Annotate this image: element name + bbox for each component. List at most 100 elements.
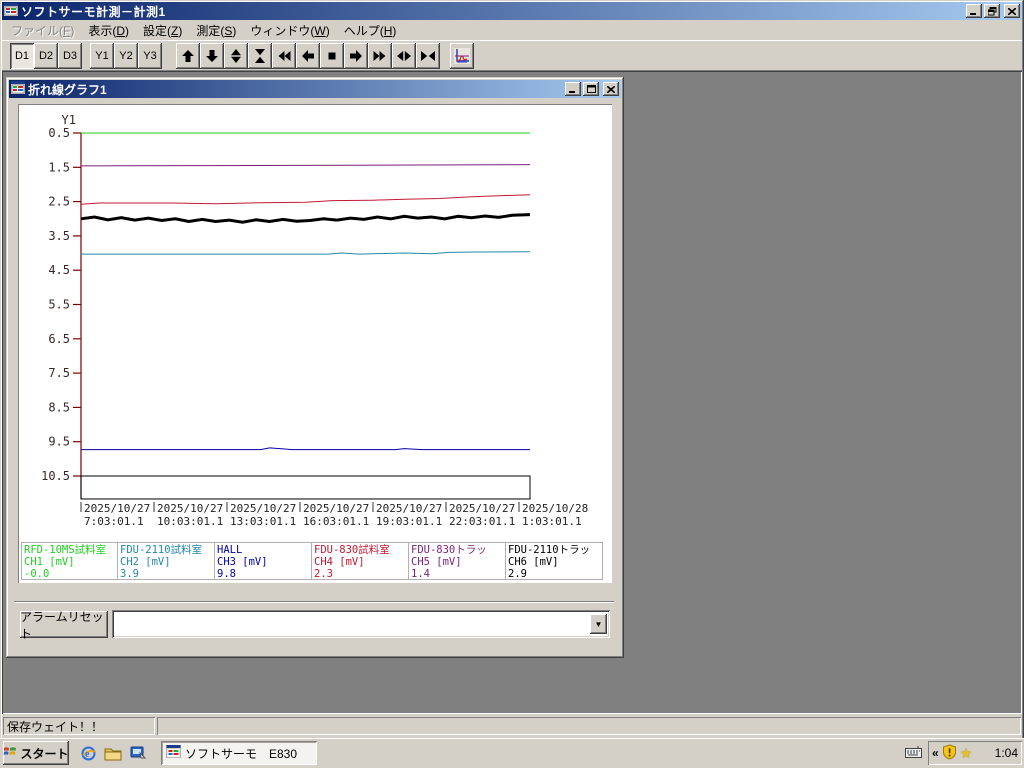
star-tray-icon[interactable]: ★: [960, 745, 973, 762]
legend-device-name: FDU-830トラッ: [411, 544, 503, 556]
legend-channel-value: 2.9: [508, 568, 600, 580]
toolbar-button-d2[interactable]: D2: [34, 43, 58, 69]
x-tick-date: 2025/10/27: [303, 502, 369, 515]
toolbar-y-group: Y1Y2Y3: [90, 43, 162, 69]
close-icon[interactable]: [1004, 4, 1020, 18]
scroll-down-icon: [204, 48, 220, 64]
toolbar-graph-group: [450, 43, 474, 69]
toolbar-button-expand-horizontal[interactable]: [392, 43, 416, 69]
y-tick-label: 0.5: [48, 126, 70, 140]
toolbar-button-stop[interactable]: [320, 43, 344, 69]
x-tick-date: 2025/10/27: [157, 502, 223, 515]
menu-item-file[interactable]: ファイル(F): [4, 20, 81, 41]
legend-device-name: FDU-2110トラッ: [508, 544, 600, 556]
mdi-area: 折れ線グラフ1 Y10.51.52.53.54.55.56.57.58.59.5…: [2, 71, 1022, 714]
menu-item-measure[interactable]: 測定(S): [189, 20, 243, 41]
scroll-up-icon: [180, 48, 196, 64]
legend-channel-value: -0.0: [24, 568, 115, 580]
start-button[interactable]: スタート: [3, 741, 69, 765]
toolbar-button-step-right[interactable]: [344, 43, 368, 69]
windows-logo-icon: [3, 745, 17, 761]
x-tick-time: 19:03:01.1: [376, 515, 442, 528]
toolbar-button-y2[interactable]: Y2: [114, 43, 138, 69]
child-maximize-icon[interactable]: [583, 82, 599, 96]
toolbar-button-scroll-down[interactable]: [200, 43, 224, 69]
taskbar-clock[interactable]: 1:04: [995, 746, 1018, 760]
legend-channel-label: CH5 [mV]: [411, 556, 503, 568]
toolbar-button-y3[interactable]: Y3: [138, 43, 162, 69]
graph-settings-button[interactable]: [450, 43, 474, 69]
y-tick-label: 6.5: [48, 332, 70, 346]
legend-channel-cell: RFD-10MS試料室 CH1 [mV] -0.0: [21, 542, 118, 580]
status-secondary: [157, 717, 1021, 735]
x-tick-time: 1:03:01.1: [522, 515, 582, 528]
chart-legend: RFD-10MS試料室 CH1 [mV] -0.0 FDU-2110試料室 CH…: [21, 542, 603, 580]
toolbar-button-d3[interactable]: D3: [58, 43, 82, 69]
security-shield-icon[interactable]: [942, 744, 957, 763]
x-tick-time: 16:03:01.1: [303, 515, 369, 528]
legend-channel-value: 1.4: [411, 568, 503, 580]
child-minimize-icon[interactable]: [565, 82, 581, 96]
internet-explorer-icon[interactable]: e: [79, 744, 97, 762]
x-tick-time: 10:03:01.1: [157, 515, 223, 528]
graph-window: 折れ線グラフ1 Y10.51.52.53.54.55.56.57.58.59.5…: [6, 77, 624, 658]
toolbar-button-d1[interactable]: D1: [10, 43, 34, 69]
legend-channel-cell: HALL CH3 [mV] 9.8: [215, 542, 312, 580]
line-chart[interactable]: Y10.51.52.53.54.55.56.57.58.59.510.52025…: [20, 106, 610, 540]
menubar: ファイル(F)表示(D)設定(Z)測定(S)ウィンドウ(W)ヘルプ(H): [2, 21, 1022, 40]
restore-icon[interactable]: [984, 4, 1000, 18]
alarm-combobox[interactable]: ▼: [112, 610, 610, 638]
y-tick-label: 1.5: [48, 160, 70, 174]
toolbar-button-compress-horizontal[interactable]: [416, 43, 440, 69]
legend-channel-value: 2.3: [314, 568, 406, 580]
taskbar-task-button[interactable]: ソフトサーモ E830: [161, 741, 317, 765]
menu-item-view[interactable]: 表示(D): [81, 20, 136, 41]
folder-icon[interactable]: [104, 744, 122, 762]
toolbar-button-fast-forward[interactable]: [368, 43, 392, 69]
toolbar-button-fast-rewind[interactable]: [272, 43, 296, 69]
keyboard-layout-icon[interactable]: [905, 746, 922, 761]
main-titlebar[interactable]: ソフトサーモ計測－計測1: [2, 2, 1022, 20]
toolbar-nav-group: [176, 43, 440, 69]
step-left-icon: [300, 48, 316, 64]
toolbar-button-step-left[interactable]: [296, 43, 320, 69]
series-ch6: [81, 215, 530, 223]
tray-expand-icon[interactable]: «: [932, 746, 939, 760]
task-icon: [166, 745, 181, 761]
alarm-reset-button[interactable]: アラームリセット: [20, 611, 108, 638]
x-tick-date: 2025/10/27: [449, 502, 515, 515]
graph-window-titlebar[interactable]: 折れ線グラフ1: [9, 80, 621, 98]
toolbar-button-y1[interactable]: Y1: [90, 43, 114, 69]
menu-item-setting[interactable]: 設定(Z): [136, 20, 189, 41]
child-close-icon[interactable]: [603, 82, 619, 96]
y-tick-label: 7.5: [48, 366, 70, 380]
fast-forward-icon: [372, 48, 388, 64]
legend-channel-label: CH6 [mV]: [508, 556, 600, 568]
menu-item-windowm[interactable]: ウィンドウ(W): [243, 20, 336, 41]
desktop: ソフトサーモ計測－計測1 ファイル(F)表示(D)設定(Z)測定(S)ウィンドウ…: [0, 0, 1024, 768]
main-window: ソフトサーモ計測－計測1 ファイル(F)表示(D)設定(Z)測定(S)ウィンドウ…: [0, 0, 1024, 768]
expand-horizontal-icon: [396, 48, 412, 64]
chevron-down-icon[interactable]: ▼: [590, 614, 607, 634]
legend-channel-cell: FDU-2110試料室 CH2 [mV] 3.9: [118, 542, 215, 580]
taskbar: スタート e ソフトサーモ E830 «: [0, 738, 1024, 768]
legend-channel-label: CH1 [mV]: [24, 556, 115, 568]
graph-icon: [454, 48, 470, 64]
menu-item-help[interactable]: ヘルプ(H): [337, 20, 404, 41]
toolbar: D1D2D3 Y1Y2Y3: [2, 40, 1022, 71]
toolbar-button-scroll-up[interactable]: [176, 43, 200, 69]
legend-channel-label: CH4 [mV]: [314, 556, 406, 568]
status-message: 保存ウェイト！！: [3, 717, 155, 735]
toolbar-button-compress-vertical[interactable]: [248, 43, 272, 69]
system-tray: « ★ 1:04: [928, 741, 1022, 765]
minimize-icon[interactable]: [966, 4, 982, 18]
legend-channel-cell: FDU-830試料室 CH4 [mV] 2.3: [312, 542, 409, 580]
toolbar-button-expand-vertical[interactable]: [224, 43, 248, 69]
task-label: ソフトサーモ E830: [185, 745, 297, 762]
show-desktop-icon[interactable]: [129, 744, 147, 762]
stop-icon: [324, 48, 340, 64]
quick-launch: e: [79, 744, 147, 762]
x-tick-date: 2025/10/27: [84, 502, 150, 515]
x-tick-time: 7:03:01.1: [84, 515, 144, 528]
y-tick-label: 2.5: [48, 195, 70, 209]
